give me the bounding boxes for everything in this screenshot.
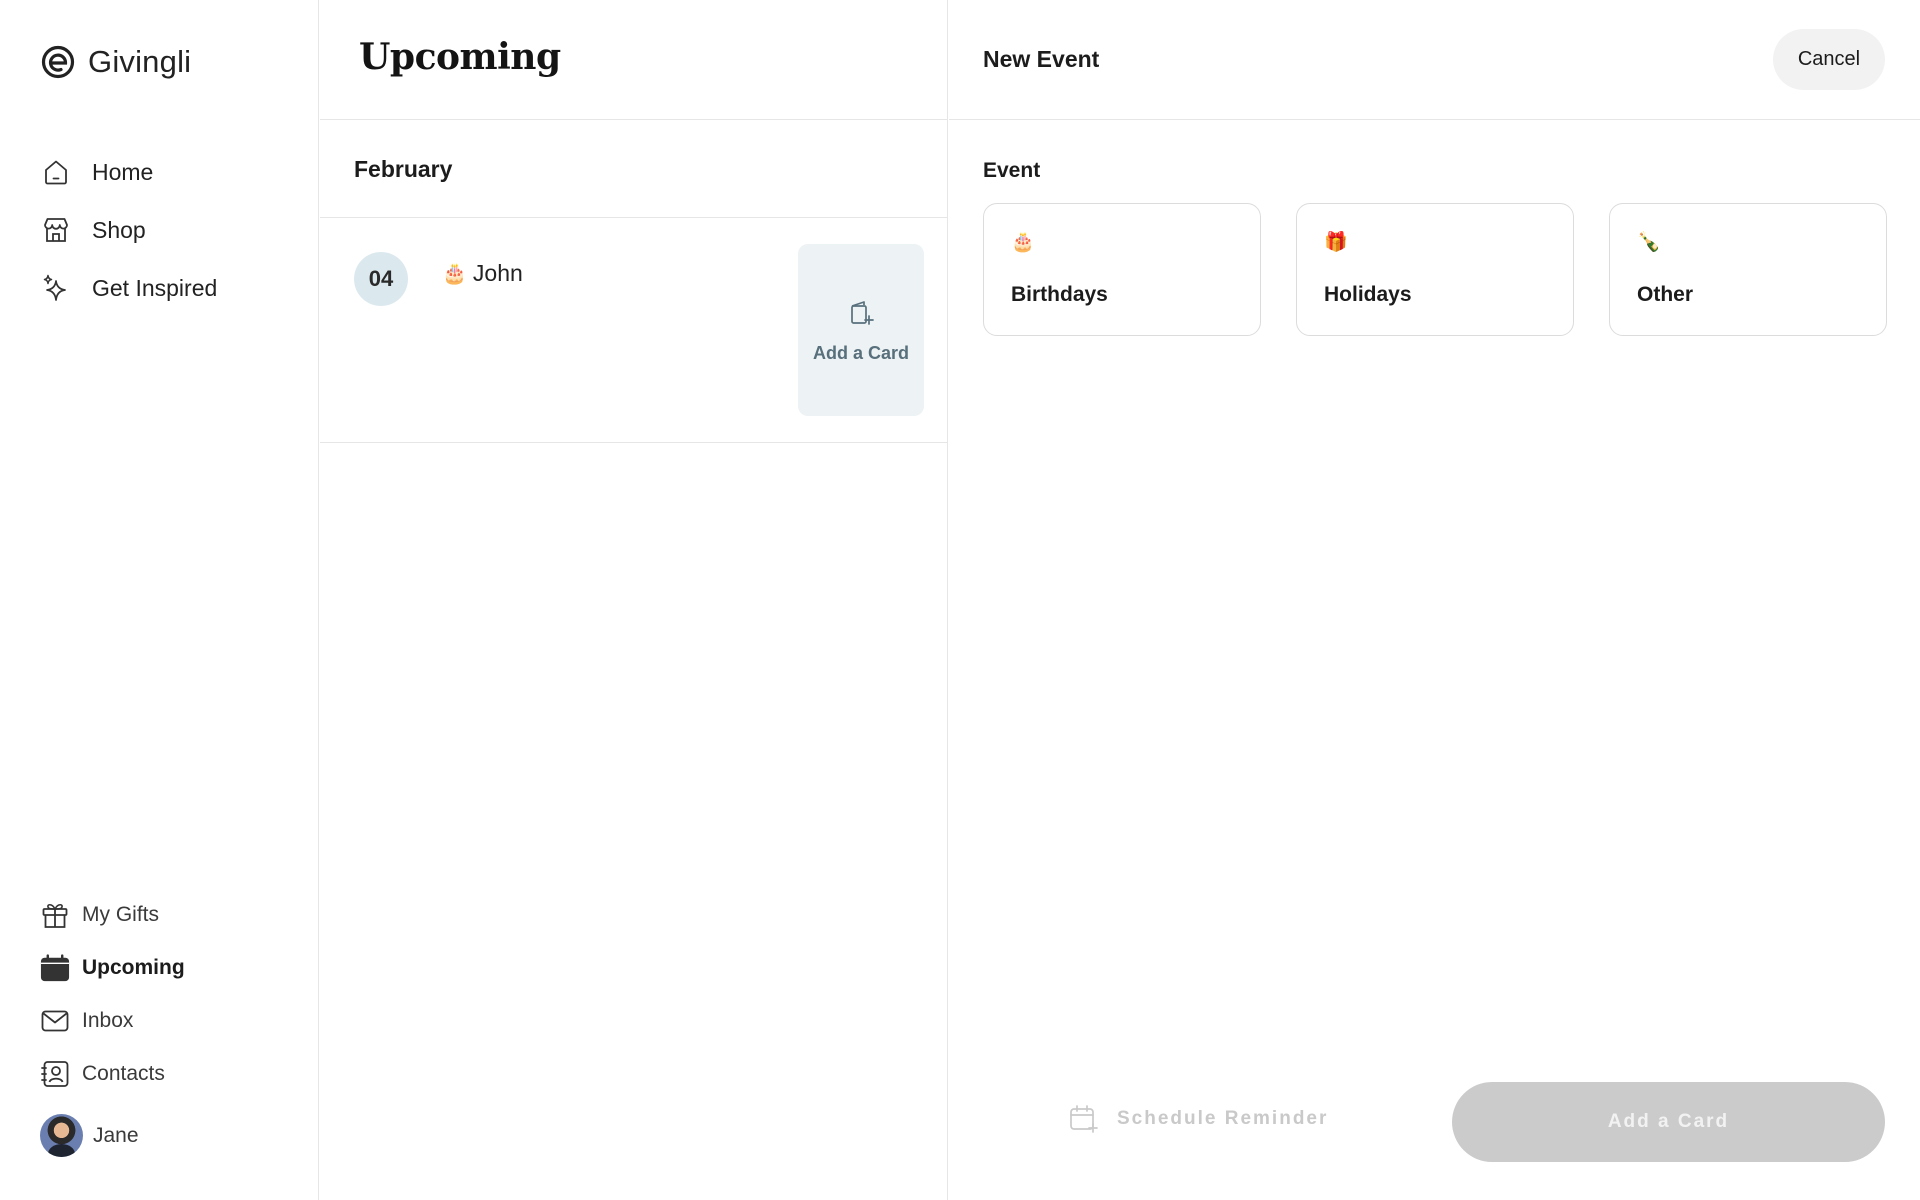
nav-label: Inbox xyxy=(82,1009,134,1032)
gift-box-icon: 🎁 xyxy=(1324,232,1348,253)
gift-icon xyxy=(40,900,70,930)
schedule-reminder-button[interactable]: Schedule Reminder xyxy=(1069,1104,1328,1134)
card-plus-icon xyxy=(851,300,874,325)
sidebar: Givingli Home Shop Get Inspired My Gifts… xyxy=(0,0,319,1200)
new-event-panel: New Event Cancel Event 🎂 Birthdays 🎁 Hol… xyxy=(949,0,1920,1200)
nav-item-shop[interactable]: Shop xyxy=(40,208,217,252)
birthday-cake-icon: 🎂 xyxy=(1011,232,1035,253)
event-type-birthdays[interactable]: 🎂 Birthdays xyxy=(983,203,1261,336)
app-name: Givingli xyxy=(88,44,192,79)
event-type-options: 🎂 Birthdays 🎁 Holidays 🍾 Other xyxy=(983,203,1887,336)
nav-label: Shop xyxy=(92,216,146,243)
event-type-label: Holidays xyxy=(1324,283,1412,306)
event-section-label: Event xyxy=(983,159,1041,182)
givingli-logo-icon xyxy=(41,45,75,79)
event-type-holidays[interactable]: 🎁 Holidays xyxy=(1296,203,1574,336)
event-type-label: Other xyxy=(1637,283,1694,306)
birthday-cake-icon: 🎂 xyxy=(442,263,467,285)
avatar xyxy=(40,1114,83,1157)
event-row[interactable]: 04 🎂 John Add a Card xyxy=(320,218,947,443)
user-name: Jane xyxy=(93,1123,139,1147)
mail-icon xyxy=(40,1006,70,1036)
event-name: 🎂 John xyxy=(442,260,523,287)
panel-title: New Event xyxy=(983,46,1100,72)
add-a-card-button[interactable]: Add a Card xyxy=(1452,1082,1885,1162)
month-label: February xyxy=(354,156,453,182)
nav-label: Upcoming xyxy=(82,956,185,979)
nav-label: Home xyxy=(92,158,154,185)
month-header: February xyxy=(320,120,947,218)
nav-label: Get Inspired xyxy=(92,274,218,301)
day-badge: 04 xyxy=(354,252,408,306)
nav-item-home[interactable]: Home xyxy=(40,150,217,194)
home-icon xyxy=(40,156,72,188)
nav-item-my-gifts[interactable]: My Gifts xyxy=(40,893,185,937)
event-type-label: Birthdays xyxy=(1011,283,1108,306)
schedule-reminder-label: Schedule Reminder xyxy=(1117,1108,1329,1129)
page-title: Upcoming xyxy=(359,36,561,78)
champagne-icon: 🍾 xyxy=(1637,232,1661,253)
nav-item-upcoming[interactable]: Upcoming xyxy=(40,946,185,990)
primary-nav: Home Shop Get Inspired xyxy=(40,150,217,310)
event-contact-name: John xyxy=(472,260,523,286)
app-logo[interactable]: Givingli xyxy=(40,44,191,80)
upcoming-list: Upcoming February 04 🎂 John Add a Card xyxy=(320,0,948,1200)
nav-label: Contacts xyxy=(82,1062,165,1085)
shop-icon xyxy=(40,214,72,246)
cancel-button[interactable]: Cancel xyxy=(1773,29,1885,90)
upcoming-header: Upcoming xyxy=(320,0,947,120)
new-event-header: New Event Cancel xyxy=(949,0,1920,120)
sparkle-icon xyxy=(40,272,72,304)
calendar-icon xyxy=(40,953,70,983)
add-a-card-tile[interactable]: Add a Card xyxy=(798,244,924,416)
nav-item-inbox[interactable]: Inbox xyxy=(40,999,185,1043)
user-profile[interactable]: Jane xyxy=(40,1114,139,1157)
calendar-plus-icon xyxy=(1070,1105,1098,1133)
add-a-card-label: Add a Card xyxy=(812,342,909,363)
nav-item-get-inspired[interactable]: Get Inspired xyxy=(40,266,217,310)
contacts-icon xyxy=(40,1059,70,1089)
nav-label: My Gifts xyxy=(82,903,159,926)
event-type-other[interactable]: 🍾 Other xyxy=(1609,203,1887,336)
footer-actions: Schedule Reminder Add a Card xyxy=(949,1082,1920,1162)
nav-item-contacts[interactable]: Contacts xyxy=(40,1052,185,1096)
secondary-nav: My Gifts Upcoming Inbox Contacts xyxy=(40,893,185,1096)
